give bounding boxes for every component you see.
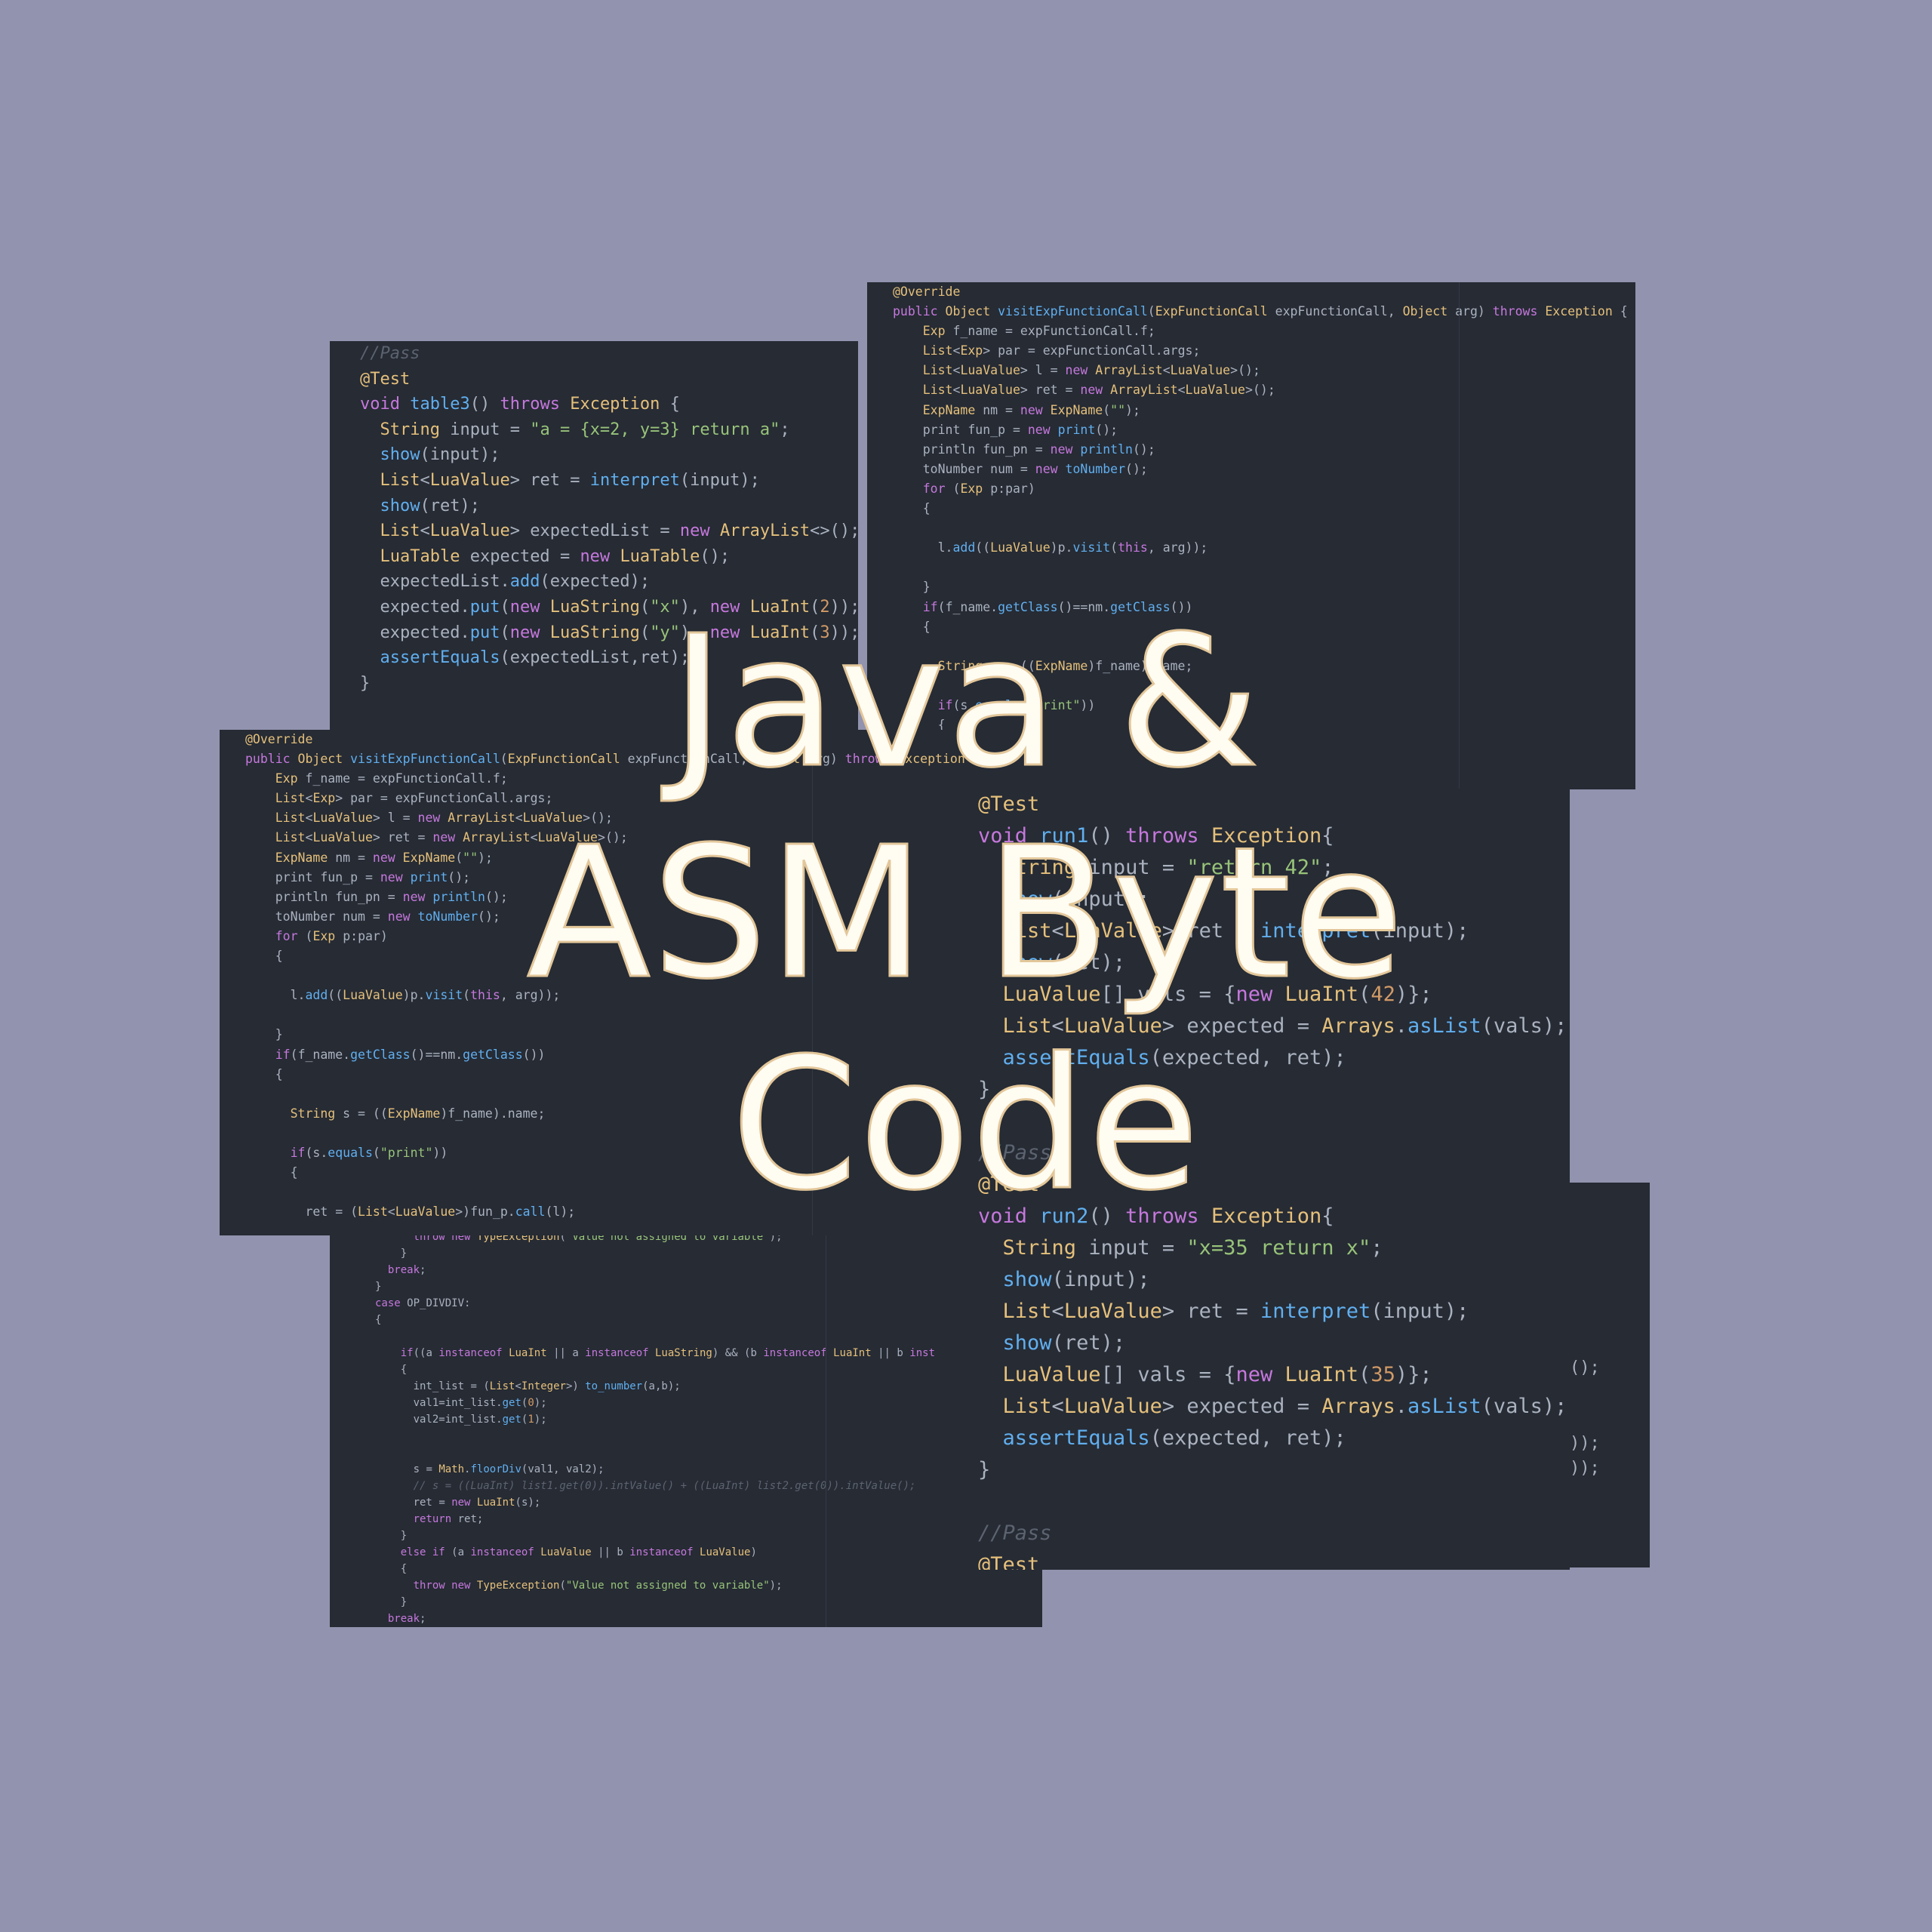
code-panel-fragment: (); )); )); xyxy=(1570,1183,1650,1567)
code-line: show(input); xyxy=(1002,1268,1150,1291)
code-line: String input = "x=35 return x"; xyxy=(1002,1236,1383,1260)
code-line: List<Exp> par = expFunctionCall.args; xyxy=(922,343,1201,358)
code-line: Exp f_name = expFunctionCall.f; xyxy=(922,324,1155,339)
code-line: List<LuaValue> expected = Arrays.asList(… xyxy=(1002,1395,1567,1418)
title-line-3: Code xyxy=(730,1019,1201,1230)
code-line: println fun_pn = new println(); xyxy=(922,441,1155,457)
code-line: @Test xyxy=(360,369,411,389)
code-line: String input = "a = {x=2, y=3} return a"… xyxy=(380,420,790,439)
code-line: @Override xyxy=(893,285,961,299)
code-line: public Object visitExpFunctionCall(ExpFu… xyxy=(893,304,1628,319)
code-line: toNumber num = new toNumber(); xyxy=(922,461,1148,476)
code-fragment-line: )); xyxy=(1570,1459,1600,1478)
code-line: } xyxy=(922,580,931,595)
code-line: List<LuaValue> ret = interpret(input); xyxy=(380,470,760,490)
code-fragment-line: )); xyxy=(1570,1434,1600,1453)
title-line-1: Java & xyxy=(669,596,1262,808)
code-line: LuaTable expected = new LuaTable(); xyxy=(380,546,731,566)
code-line: } xyxy=(400,1596,408,1608)
code-line: } xyxy=(978,1458,991,1481)
code-line: LuaValue[] vals = {new LuaInt(35)}; xyxy=(1002,1363,1432,1386)
code-line: print fun_p = new print(); xyxy=(922,422,1118,437)
code-line: throw new TypeException("Value not assig… xyxy=(413,1580,783,1592)
code-line: List<LuaValue> ret = new ArrayList<LuaVa… xyxy=(922,383,1275,398)
code-line: break; xyxy=(387,1613,426,1625)
code-line: l.add((LuaValue)p.visit(this, arg)); xyxy=(937,540,1208,555)
code-line: List<LuaValue> ret = interpret(input); xyxy=(1002,1300,1469,1323)
code-line: List<LuaValue> l = new ArrayList<LuaValu… xyxy=(922,363,1260,378)
code-line: show(ret); xyxy=(380,496,480,515)
code-line: { xyxy=(922,501,931,516)
code-line: show(ret); xyxy=(1002,1331,1126,1355)
code-fragment-line: (); xyxy=(1570,1358,1600,1377)
code-line: List<LuaValue> expectedList = new ArrayL… xyxy=(380,521,859,541)
code-line: show(input); xyxy=(380,445,500,465)
code-line: assertEquals(expected, ret); xyxy=(1002,1426,1346,1450)
code-line: @Test xyxy=(978,1553,1040,1570)
code-line: for (Exp p:par) xyxy=(922,481,1035,496)
title-line-2: ASM Byte xyxy=(525,808,1406,1019)
code-line: //Pass xyxy=(978,1521,1052,1545)
code-line: //Pass xyxy=(360,344,420,363)
code-line: ExpName nm = new ExpName(""); xyxy=(922,402,1140,417)
code-line: void table3() throws Exception { xyxy=(360,395,680,414)
code-line: expectedList.add(expected); xyxy=(380,572,651,592)
